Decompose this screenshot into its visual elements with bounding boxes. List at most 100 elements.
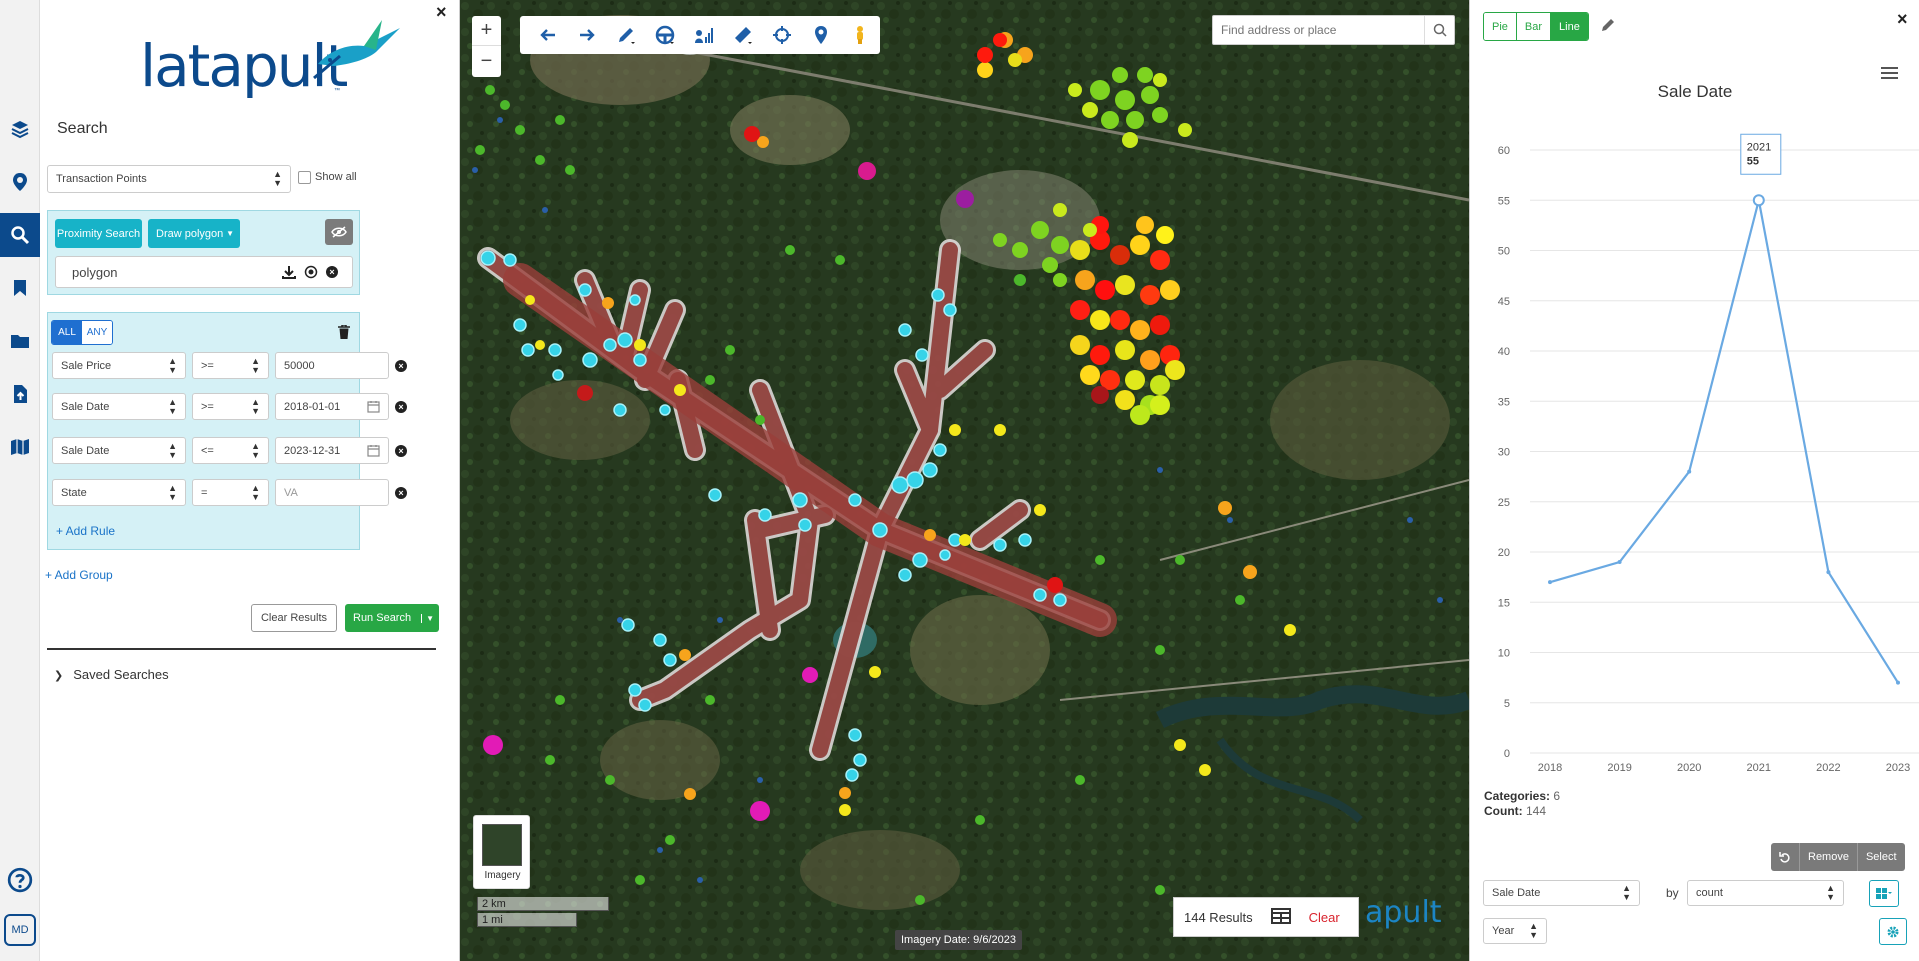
data-point[interactable] (1548, 580, 1552, 585)
metric-select[interactable]: count ▲ ▼ (1687, 880, 1844, 906)
user-avatar[interactable]: MD (4, 914, 36, 946)
rule-field-select[interactable]: Sale Date ▲ ▼ (52, 437, 186, 464)
saved-searches-label: Saved Searches (73, 667, 169, 682)
edit-pencil-icon[interactable] (1601, 18, 1615, 32)
rule-operator-select[interactable]: <= ▲ ▼ (192, 437, 269, 464)
map-view[interactable]: + − Imagery 2 km 1 mi Im (460, 0, 1469, 961)
zoom-in-button[interactable]: + (472, 16, 501, 46)
interval-select[interactable]: Year ▲ ▼ (1483, 918, 1547, 944)
folders-button[interactable] (0, 319, 40, 363)
rule-field-select[interactable]: Sale Date ▲ ▼ (52, 393, 186, 420)
satellite-imagery (460, 0, 1469, 961)
interval-value: Year (1492, 925, 1515, 937)
help-button[interactable] (0, 858, 40, 902)
select-button[interactable]: Select (1858, 843, 1905, 871)
tab-pie[interactable]: Pie (1484, 13, 1517, 40)
layer-select[interactable]: Transaction Points ▲ ▼ (47, 165, 291, 193)
draw-tool-button[interactable] (606, 16, 645, 54)
data-point[interactable] (1687, 469, 1692, 474)
toggle-visibility-button[interactable] (325, 219, 353, 245)
calendar-icon[interactable] (367, 400, 380, 413)
close-panel-button[interactable]: × (436, 2, 447, 23)
proximity-box: Proximity Search Draw polygon ▼ polygon … (47, 210, 360, 295)
tab-bar[interactable]: Bar (1516, 13, 1552, 40)
zoom-out-button[interactable]: − (472, 46, 501, 76)
rule-field-select[interactable]: State ▲ ▼ (52, 479, 186, 506)
tab-line[interactable]: Line (1551, 13, 1588, 40)
remove-rule-icon[interactable]: × (395, 360, 407, 372)
clear-results-link[interactable]: Clear (1309, 910, 1340, 925)
pencil-icon (618, 28, 635, 44)
tooltip-value: 55 (1747, 155, 1759, 167)
address-search-input[interactable] (1213, 23, 1423, 37)
rule-value-field[interactable]: VA (275, 479, 389, 506)
close-chart-button[interactable]: × (1897, 9, 1908, 30)
data-point[interactable] (1896, 680, 1900, 685)
results-table-button[interactable] (1270, 907, 1291, 927)
proximity-search-button[interactable]: Proximity Search (55, 219, 142, 248)
location-button[interactable] (0, 160, 40, 204)
logic-all-button[interactable]: ALL (52, 321, 82, 344)
series-line[interactable] (1549, 199, 1899, 684)
drive-time-button[interactable] (645, 16, 684, 54)
upload-button[interactable] (0, 372, 40, 416)
rule-value-field[interactable]: 50000 (275, 352, 389, 379)
rule-operator-select[interactable]: >= ▲ ▼ (192, 393, 269, 420)
street-view-button[interactable] (841, 16, 880, 54)
search-nav-button[interactable] (0, 213, 40, 257)
caret-down-icon: ▼ (226, 229, 234, 238)
divider (47, 648, 436, 650)
run-search-button[interactable]: Run Search ▼ (345, 604, 439, 632)
rule-field-select[interactable]: Sale Price ▲ ▼ (52, 352, 186, 379)
remove-polygon-icon[interactable]: × (326, 266, 338, 278)
show-all-checkbox[interactable] (298, 171, 311, 184)
data-point[interactable] (1617, 560, 1622, 565)
locate-button[interactable] (763, 16, 802, 54)
data-point[interactable] (1826, 570, 1831, 575)
remove-rule-icon[interactable]: × (395, 445, 407, 457)
download-icon[interactable] (282, 265, 296, 279)
map-toolbar (520, 16, 880, 54)
chart-view-toggle[interactable] (1869, 880, 1899, 907)
remove-rule-icon[interactable]: × (395, 487, 407, 499)
remove-rule-icon[interactable]: × (395, 401, 407, 413)
draw-polygon-button[interactable]: Draw polygon ▼ (148, 219, 240, 248)
rule-operator-select[interactable]: >= ▲ ▼ (192, 352, 269, 379)
clear-results-button[interactable]: Clear Results (251, 604, 337, 632)
reset-button[interactable] (1771, 843, 1800, 871)
metric-value: count (1696, 887, 1723, 899)
saved-searches-toggle[interactable]: ❯ Saved Searches (54, 667, 169, 682)
add-group-link[interactable]: + Add Group (45, 568, 113, 582)
basemap-switcher[interactable]: Imagery (473, 815, 530, 889)
group-field-select[interactable]: Sale Date ▲ ▼ (1483, 880, 1640, 906)
maps-button[interactable] (0, 425, 40, 469)
drop-pin-button[interactable] (802, 16, 841, 54)
rule-operator-select[interactable]: = ▲ ▼ (192, 479, 269, 506)
y-tick-label: 50 (1498, 246, 1510, 258)
layers-button[interactable] (0, 107, 40, 151)
bookmarks-button[interactable] (0, 266, 40, 310)
results-bar: 144 Results Clear (1173, 897, 1359, 937)
redo-button[interactable] (567, 16, 606, 54)
add-rule-link[interactable]: + Add Rule (56, 524, 115, 538)
chart-settings-button[interactable] (1879, 918, 1907, 945)
address-search-button[interactable] (1424, 16, 1454, 44)
remove-button[interactable]: Remove (1800, 843, 1858, 871)
logic-any-button[interactable]: ANY (82, 321, 112, 344)
rule-value-field[interactable]: 2018-01-01 (275, 393, 389, 420)
scale-mi: 1 mi (477, 913, 577, 927)
line-chart[interactable]: Sale Date 0 5 10 15 20 25 30 35 40 45 50 55 60 2018 201… (1470, 70, 1919, 790)
signal-button[interactable] (684, 16, 723, 54)
undo-button[interactable] (528, 16, 567, 54)
trash-icon[interactable] (338, 325, 350, 339)
layer-select-value: Transaction Points (56, 173, 147, 185)
count-label: Count: (1484, 804, 1523, 818)
chart-panel: Pie Bar Line × Sale Date 0 5 10 15 20 25 30 35 40… (1469, 0, 1919, 961)
target-icon[interactable] (304, 265, 318, 279)
rule-value-field[interactable]: 2023-12-31 (275, 437, 389, 464)
polygon-name-field[interactable]: polygon × (55, 256, 353, 288)
calendar-icon[interactable] (367, 444, 380, 457)
measure-button[interactable] (724, 16, 763, 54)
group-field-value: Sale Date (1492, 887, 1541, 899)
folder-icon (11, 335, 29, 348)
